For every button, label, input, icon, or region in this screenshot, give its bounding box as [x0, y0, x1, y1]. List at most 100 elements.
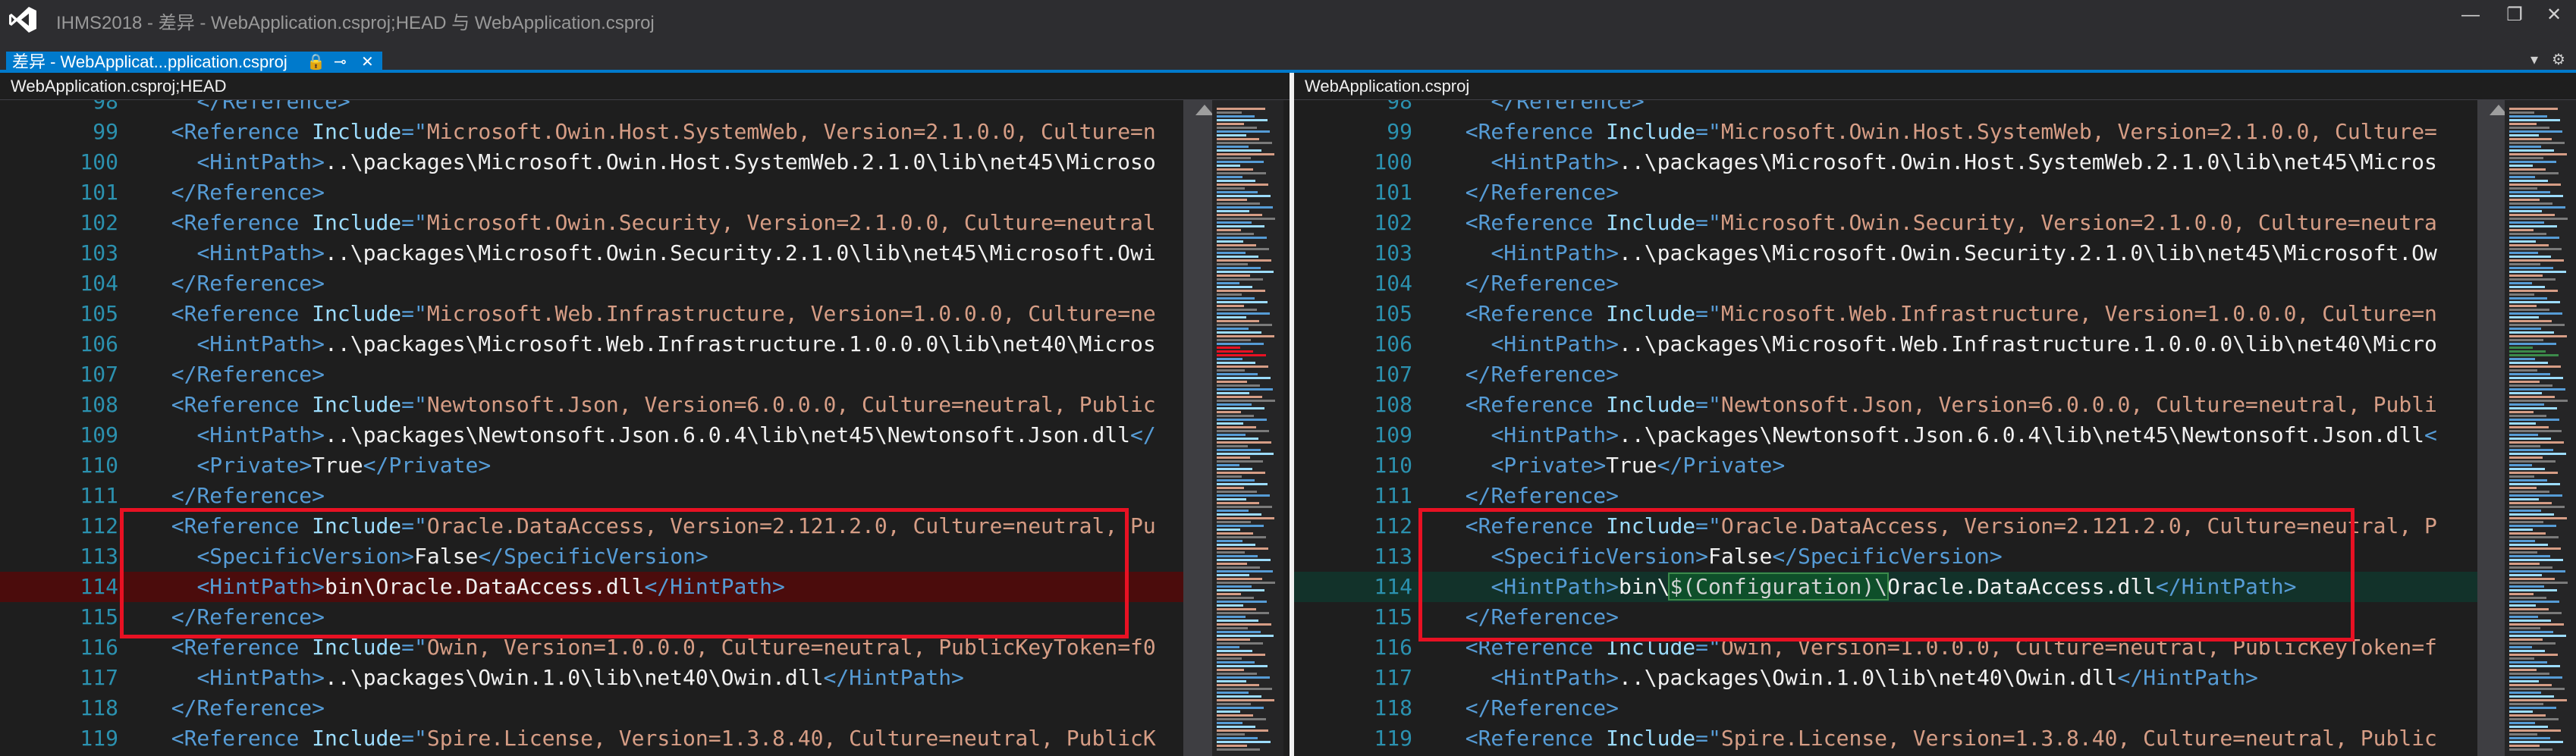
code-line[interactable]: 99 <Reference Include="Microsoft.Owin.Ho…	[1294, 117, 2477, 147]
document-tab-strip: 差异 - WebApplicat...pplication.csproj 🔒 ⊸…	[0, 39, 2576, 73]
code-line[interactable]: 117 <HintPath>..\packages\Owin.1.0\lib\n…	[0, 663, 1183, 693]
code-token: Include	[1606, 726, 1696, 751]
line-number: 118	[1374, 695, 1412, 720]
minimap-stroke	[1217, 532, 1253, 535]
minimap-stroke	[1217, 506, 1272, 508]
code-token: </	[363, 453, 389, 478]
code-token: Include	[312, 726, 402, 751]
code-token: <	[171, 119, 184, 144]
code-line[interactable]: 111 </Reference>	[1294, 481, 2477, 511]
code-line[interactable]: 103 <HintPath>..\packages\Microsoft.Owin…	[1294, 238, 2477, 268]
code-token: Reference	[1491, 362, 1607, 387]
code-line[interactable]: 111 </Reference>	[0, 481, 1183, 511]
code-token: <	[171, 210, 184, 235]
minimap-stroke	[2509, 468, 2545, 470]
tab-dropdown-icon[interactable]: ▾	[2530, 50, 2538, 69]
code-line[interactable]: 102 <Reference Include="Microsoft.Owin.S…	[0, 208, 1183, 238]
code-line[interactable]: 104 </Reference>	[1294, 268, 2477, 299]
code-line[interactable]: 103 <HintPath>..\packages\Microsoft.Owin…	[0, 238, 1183, 268]
code-token: Reference	[1478, 726, 1607, 751]
code-token: Reference	[184, 392, 313, 417]
code-line[interactable]: 104 </Reference>	[0, 268, 1183, 299]
code-line[interactable]: 106 <HintPath>..\packages\Microsoft.Web.…	[1294, 329, 2477, 359]
settings-icon[interactable]: ⚙	[2552, 50, 2565, 69]
code-line[interactable]: 105 <Reference Include="Microsoft.Web.In…	[0, 299, 1183, 329]
code-line[interactable]: 101 </Reference>	[0, 177, 1183, 208]
code-line[interactable]: 107 </Reference>	[1294, 359, 2477, 390]
minimap-stroke	[1217, 623, 1271, 626]
code-line[interactable]: 119 <Reference Include="Spire.License, V…	[0, 723, 1183, 754]
minimap-stroke	[2509, 153, 2567, 155]
minimap-stroke	[1217, 642, 1263, 645]
minimap-stroke	[1217, 460, 1263, 463]
code-line[interactable]: 99 <Reference Include="Microsoft.Owin.Ho…	[0, 117, 1183, 147]
minimap-stroke	[1217, 536, 1266, 538]
line-text: <HintPath>..\packages\Owin.1.0\lib\net40…	[1440, 663, 2257, 693]
code-line[interactable]: 98 </Reference>	[1294, 100, 2477, 117]
scroll-up-arrow-icon[interactable]	[1195, 105, 1214, 115]
code-line[interactable]: 100 <HintPath>..\packages\Microsoft.Owin…	[1294, 147, 2477, 177]
restore-button[interactable]: ❐	[2493, 0, 2537, 30]
code-line[interactable]: 105 <Reference Include="Microsoft.Web.In…	[1294, 299, 2477, 329]
minimap-stroke	[2509, 722, 2535, 724]
title-bar: IHMS2018 - 差异 - WebApplication.csproj;HE…	[0, 0, 2576, 39]
close-tab-icon[interactable]: ✕	[361, 52, 374, 73]
minimap-stroke	[1217, 525, 1264, 527]
right-minimap[interactable]	[2505, 100, 2576, 756]
left-diff-pane[interactable]: WebApplication.csproj;HEAD 98 </Referenc…	[0, 73, 1290, 756]
minimap-stroke	[1217, 384, 1260, 387]
code-token: >	[312, 362, 325, 387]
code-token: <	[2424, 422, 2437, 447]
code-line[interactable]: 106 <HintPath>..\packages\Microsoft.Web.…	[0, 329, 1183, 359]
code-line[interactable]: 108 <Reference Include="Newtonsoft.Json,…	[1294, 390, 2477, 420]
code-token: Include	[1606, 119, 1696, 144]
code-token: HintPath	[1503, 422, 1607, 447]
code-line[interactable]: 102 <Reference Include="Microsoft.Owin.S…	[1294, 208, 2477, 238]
line-number: 107	[80, 362, 118, 387]
code-line[interactable]: 118 </Reference>	[0, 693, 1183, 723]
minimap-stroke	[2509, 540, 2535, 542]
pin-icon[interactable]: ⊸	[334, 52, 347, 73]
code-line[interactable]: 118 </Reference>	[1294, 693, 2477, 723]
minimap-stroke	[2509, 506, 2565, 508]
code-token: Include	[312, 119, 402, 144]
diff-document-tab[interactable]: 差异 - WebApplicat...pplication.csproj 🔒 ⊸…	[6, 52, 382, 73]
code-line[interactable]: 100 <HintPath>..\packages\Microsoft.Owin…	[0, 147, 1183, 177]
minimap-stroke	[2509, 282, 2532, 284]
code-line[interactable]: 101 </Reference>	[1294, 177, 2477, 208]
left-minimap[interactable]	[1212, 100, 1283, 756]
code-line[interactable]: 110 <Private>True</Private>	[1294, 450, 2477, 481]
minimap-stroke	[2509, 718, 2559, 720]
right-code-editor[interactable]: 98 </Reference> 99 <Reference Include="Mi…	[1294, 100, 2477, 756]
code-line[interactable]: 108 <Reference Include="Newtonsoft.Json,…	[0, 390, 1183, 420]
minimap-stroke	[2509, 745, 2540, 747]
code-line[interactable]: 109 <HintPath>..\packages\Newtonsoft.Jso…	[1294, 420, 2477, 450]
minimap-stroke	[1217, 422, 1243, 425]
minimap-stroke	[2509, 111, 2534, 114]
code-token: >	[312, 695, 325, 720]
right-diff-pane[interactable]: WebApplication.csproj 98 </Reference> 99 …	[1294, 73, 2576, 756]
close-window-button[interactable]: ✕	[2532, 0, 2576, 30]
line-number: 101	[1374, 180, 1412, 205]
code-line[interactable]: 117 <HintPath>..\packages\Owin.1.0\lib\n…	[1294, 663, 2477, 693]
code-line[interactable]: 119 <Reference Include="Spire.License, V…	[1294, 723, 2477, 754]
minimap-stroke	[1217, 438, 1258, 440]
code-token: <	[1491, 240, 1504, 265]
minimap-stroke	[2509, 422, 2536, 425]
code-line[interactable]: 109 <HintPath>..\packages\Newtonsoft.Jso…	[0, 420, 1183, 450]
minimize-button[interactable]: —	[2449, 0, 2493, 30]
code-token: >	[312, 149, 325, 174]
code-line[interactable]: 98 </Reference>	[0, 100, 1183, 117]
left-code-editor[interactable]: 98 </Reference> 99 <Reference Include="Mi…	[0, 100, 1183, 756]
code-line[interactable]: 110 <Private>True</Private>	[0, 450, 1183, 481]
code-token: <	[196, 665, 210, 690]
line-number: 116	[80, 635, 118, 660]
minimap-stroke	[2509, 426, 2549, 428]
code-line[interactable]: 107 </Reference>	[0, 359, 1183, 390]
